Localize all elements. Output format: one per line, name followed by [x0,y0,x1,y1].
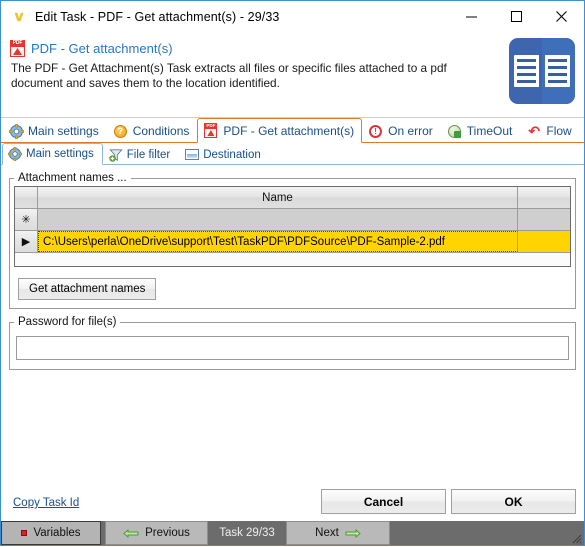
next-button[interactable]: Next [286,521,390,545]
minimize-button[interactable] [449,2,494,32]
subtab-label: Main settings [26,148,94,160]
tab-content-main-settings: Attachment names ... Name ✳ ▶ C:\Users\p… [1,165,584,484]
question-icon: ? [113,124,129,139]
dialog-footer: Copy Task Id Cancel OK [1,484,584,521]
new-row-marker-icon: ✳ [15,209,38,230]
copy-task-id-link[interactable]: Copy Task Id [13,497,79,509]
pdf-icon: PDF [10,40,25,57]
tab-pdf-get-attachments[interactable]: PDF PDF - Get attachment(s) [197,118,363,143]
cancel-button[interactable]: Cancel [321,489,446,514]
error-icon: ! [369,124,384,139]
tab-main-settings[interactable]: Main settings [2,119,107,142]
tab-conditions[interactable]: ? Conditions [107,119,198,142]
status-bar: Variables Previous Task 29/33 Next [1,521,584,545]
variables-button[interactable]: Variables [1,521,101,545]
tab-label: PDF - Get attachment(s) [223,123,355,138]
current-row-marker-icon: ▶ [15,231,38,252]
flow-icon: ↶ [528,122,541,139]
window-title: Edit Task - PDF - Get attachment(s) - 29… [35,9,280,24]
tab-label: On error [388,124,433,138]
ok-button[interactable]: OK [451,489,576,514]
task-title: PDF - Get attachment(s) [31,41,173,56]
subtab-label: File filter [126,148,171,161]
funnel-icon [109,148,123,162]
open-book-icon [509,38,575,104]
variables-label: Variables [33,527,81,539]
grid-header-row: Name [15,187,570,209]
tab-label: Conditions [132,124,190,138]
grid-empty-area [15,253,570,266]
column-header-name[interactable]: Name [38,187,518,208]
app-icon: v [10,8,28,26]
tab-on-error[interactable]: ! On error [362,119,441,142]
get-attachment-names-button[interactable]: Get attachment names [18,278,157,300]
title-bar: v Edit Task - PDF - Get attachment(s) - … [1,1,584,33]
password-input[interactable] [16,336,569,360]
minimize-icon [466,16,477,18]
attachment-names-legend: Attachment names ... [18,172,127,184]
close-icon [556,11,567,22]
footer-buttons: Cancel OK [321,489,576,514]
timeout-icon [447,124,463,139]
new-row-name-cell[interactable] [38,209,518,230]
attachment-name-cell[interactable]: C:\Users\perla\OneDrive\support\Test\Tas… [38,231,518,252]
close-button[interactable] [539,2,584,32]
gear-icon [9,123,24,139]
previous-button[interactable]: Previous [105,521,208,545]
table-row[interactable]: ▶ C:\Users\perla\OneDrive\support\Test\T… [15,231,570,253]
attachment-names-group: Attachment names ... Name ✳ ▶ C:\Users\p… [9,172,576,309]
subtab-destination[interactable]: Destination [179,144,270,164]
subtab-main-settings[interactable]: Main settings [2,143,103,165]
new-row-blank-cell [518,209,570,230]
edit-task-window: v Edit Task - PDF - Get attachment(s) - … [0,0,585,546]
maximize-icon [511,11,522,22]
next-label: Next [315,527,339,539]
main-tab-strip: Main settings ? Conditions PDF PDF - Get… [1,118,584,143]
task-header-title-row: PDF PDF - Get attachment(s) [10,40,584,57]
grid-new-row[interactable]: ✳ [15,209,570,231]
sub-tab-strip: Main settings File filter Destination [1,143,584,165]
gear-icon [8,147,22,161]
password-group: Password for file(s) [9,316,576,370]
arrow-right-icon [345,528,361,538]
subtab-label: Destination [203,148,261,161]
password-legend: Password for file(s) [18,316,117,328]
red-square-icon [21,530,28,536]
task-description: The PDF - Get Attachment(s) Task extract… [11,61,447,90]
column-header-blank [518,187,570,208]
resize-grip-icon[interactable] [569,531,582,544]
grid-corner-cell [15,187,38,208]
tab-label: TimeOut [466,124,513,138]
task-header: PDF PDF - Get attachment(s) The PDF - Ge… [1,33,584,118]
tab-label: Flow [546,124,572,138]
attachment-names-grid[interactable]: Name ✳ ▶ C:\Users\perla\OneDrive\support… [14,186,571,267]
v-logo-icon: v [14,7,24,25]
tab-flow[interactable]: ↶ Flow [520,119,579,142]
arrow-left-icon [123,528,139,538]
task-counter: Task 29/33 [219,527,275,539]
tab-label: Main settings [28,124,99,138]
destination-icon [185,148,200,162]
previous-label: Previous [145,527,190,539]
subtab-file-filter[interactable]: File filter [103,144,179,164]
row-blank-cell [518,231,570,252]
maximize-button[interactable] [494,2,539,32]
pdf-icon: PDF [204,123,219,138]
tab-timeout[interactable]: TimeOut [441,119,521,142]
